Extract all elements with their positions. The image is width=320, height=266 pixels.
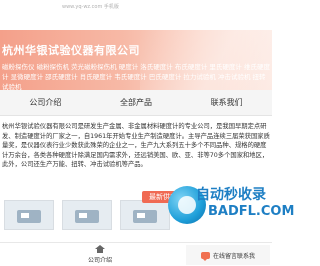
- nav-company-intro[interactable]: 公司介绍: [0, 97, 91, 108]
- product-thumbnail[interactable]: [4, 200, 54, 230]
- keyword-list: 磁粉探伤仪 磁粉探伤机 荧光磁粉探伤机 硬度计 洛氏硬度计 布氏硬度计 里氏硬度…: [2, 63, 270, 90]
- nav-all-products[interactable]: 全部产品: [91, 97, 182, 108]
- watermark-title: 自动秒收录: [196, 187, 266, 203]
- site-url-text: www.yq-wz.com 手机版: [62, 4, 119, 10]
- watermark-logo: 自动秒收录 BADFL.COM: [168, 180, 294, 240]
- machine-image: [75, 210, 99, 223]
- machine-image: [133, 210, 157, 223]
- footer-bar: 公司介绍 在线留言联系我: [0, 242, 272, 266]
- main-nav: 公司介绍 全部产品 联系我们: [0, 90, 272, 116]
- product-thumbnail[interactable]: [120, 200, 170, 230]
- machine-image: [17, 210, 41, 223]
- watermark-subtitle: BADFL.COM: [208, 204, 295, 219]
- home-icon: [95, 245, 105, 253]
- footer-message-button[interactable]: 在线留言联系我: [186, 245, 270, 265]
- footer-message-label: 在线留言联系我: [212, 252, 255, 260]
- header-banner: 杭州华银试验仪器有限公司 磁粉探伤仪 磁粉探伤机 荧光磁粉探伤机 硬度计 洛氏硬…: [0, 30, 272, 90]
- footer-company-intro-button[interactable]: 公司介绍: [60, 245, 140, 264]
- company-name: 杭州华银试验仪器有限公司: [2, 44, 140, 57]
- company-intro-text: 杭州华银试验仪器有限公司是研发生产金属、非金属材料硬度计的专业公司，是我国早期定…: [2, 123, 270, 168]
- chat-icon: [200, 251, 210, 261]
- footer-intro-label: 公司介绍: [87, 257, 112, 264]
- top-strip: www.yq-wz.com 手机版: [0, 0, 272, 30]
- nav-contact-us[interactable]: 联系我们: [181, 97, 272, 108]
- product-thumbnail[interactable]: [62, 200, 112, 230]
